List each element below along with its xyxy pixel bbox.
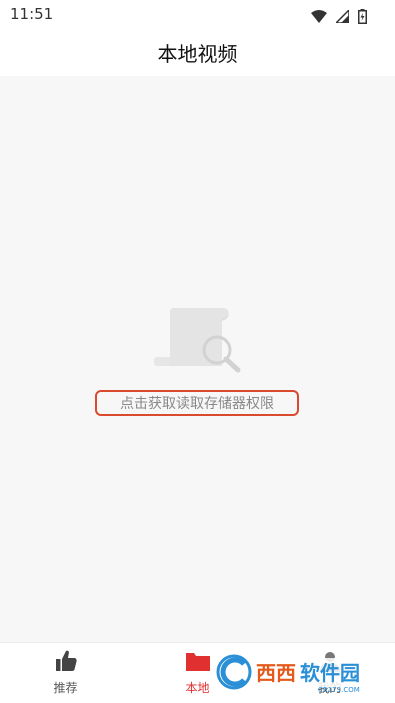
- status-icons: [307, 6, 367, 25]
- permission-request-button[interactable]: 点击获取读取存储器权限: [95, 390, 299, 416]
- wifi-icon: [310, 10, 327, 23]
- nav-label-recommend: 推荐: [53, 681, 78, 695]
- folder-icon: [185, 653, 210, 671]
- status-bar: 11:51: [0, 0, 395, 28]
- svg-text:软件园: 软件园: [300, 661, 360, 685]
- document-search-icon: [154, 308, 241, 373]
- svg-text:西西: 西西: [256, 661, 296, 685]
- thumbs-up-icon: [55, 650, 77, 671]
- content-area: 点击获取读取存储器权限: [0, 76, 395, 642]
- page-title: 本地视频: [157, 42, 238, 66]
- title-bar: 本地视频: [0, 28, 395, 76]
- site-watermark-logo: 西西 软件园 CR173.COM: [216, 654, 376, 694]
- nav-item-recommend[interactable]: 推荐: [0, 643, 131, 703]
- battery-charging-icon: [358, 9, 367, 24]
- signal-icon: [335, 10, 349, 23]
- status-time: 11:51: [10, 5, 54, 23]
- svg-text:CR173.COM: CR173.COM: [318, 686, 360, 694]
